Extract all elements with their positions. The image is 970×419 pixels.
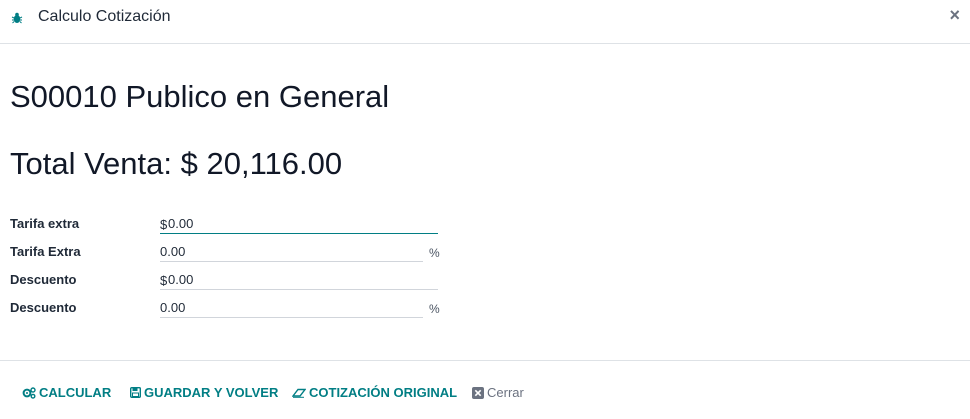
total-sale: Total Venta: $ 20,116.00 [10, 145, 342, 183]
total-sale-value: $ 20,116.00 [180, 146, 343, 181]
dialog-header: Calculo Cotización × [0, 0, 970, 44]
close-square-icon [472, 386, 484, 399]
percent-suffix: % [429, 246, 440, 260]
calcular-button[interactable]: CALCULAR [22, 385, 111, 400]
floppy-disk-icon [130, 387, 141, 398]
extra-fee-amount-input[interactable] [160, 214, 438, 234]
bug-icon [11, 12, 23, 24]
original-quote-label: COTIZACIÓN ORIGINAL [309, 385, 458, 400]
discount-percent-label: Descuento [10, 300, 77, 315]
eraser-icon [292, 388, 306, 398]
original-quote-button[interactable]: COTIZACIÓN ORIGINAL [292, 385, 457, 400]
discount-percent-input[interactable] [160, 298, 423, 318]
percent-suffix: % [429, 302, 440, 316]
extra-fee-amount-label: Tarifa extra [10, 216, 80, 231]
gears-icon [22, 386, 36, 399]
dialog-footer: CALCULAR GUARDAR Y VOLVER COTIZACIÓN ORI… [0, 360, 970, 419]
close-button[interactable]: × [949, 5, 960, 25]
extra-fee-percent-label: Tarifa Extra [10, 244, 81, 259]
calcular-label: CALCULAR [39, 385, 112, 400]
extra-fee-percent-input[interactable] [160, 242, 423, 262]
discount-amount-label: Descuento [10, 272, 77, 287]
discount-amount-input[interactable] [160, 270, 438, 290]
cerrar-button[interactable]: Cerrar [472, 385, 524, 400]
record-name: S00010 Publico en General [10, 79, 390, 114]
guardar-button[interactable]: GUARDAR Y VOLVER [130, 385, 278, 400]
guardar-label: GUARDAR Y VOLVER [144, 385, 279, 400]
dialog-title: Calculo Cotización [38, 8, 171, 25]
total-sale-label: Total Venta: [10, 146, 173, 181]
cerrar-label: Cerrar [487, 385, 524, 400]
